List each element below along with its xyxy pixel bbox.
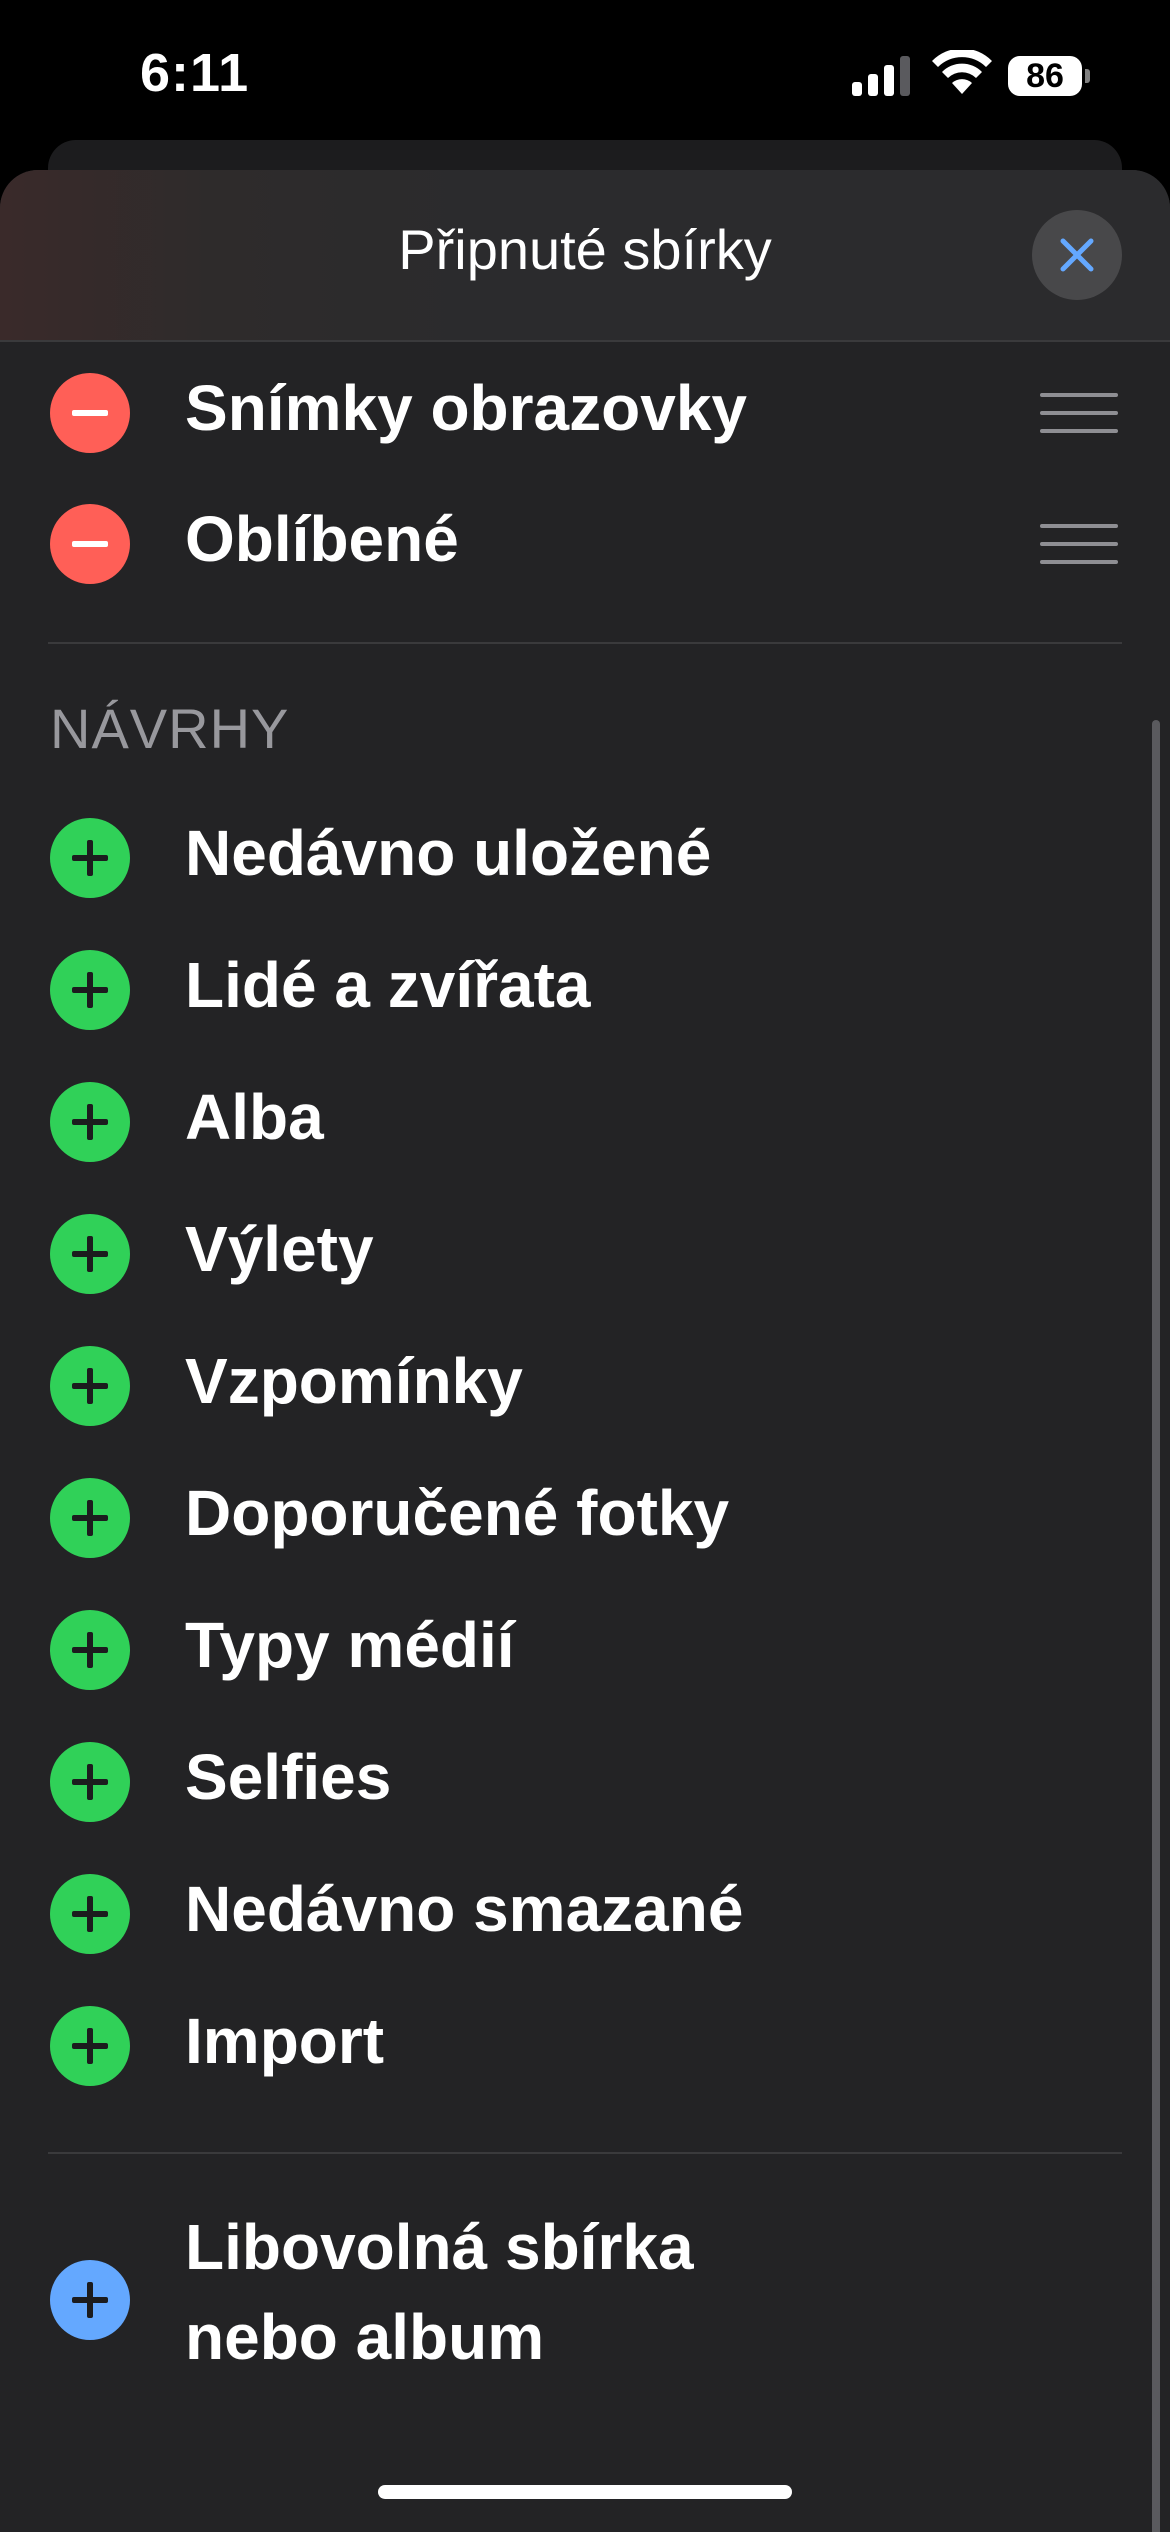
add-button[interactable] (50, 1082, 130, 1162)
suggestion-label: Nedávno smazané (185, 1873, 744, 1945)
wifi-icon (932, 50, 992, 94)
plus-icon (72, 2028, 108, 2064)
suggestion-label: Doporučené fotky (185, 1477, 730, 1549)
add-button[interactable] (50, 950, 130, 1030)
suggestion-label: Výlety (185, 1213, 374, 1285)
add-custom-button[interactable] (50, 2260, 130, 2340)
status-time: 6:11 (140, 43, 250, 103)
add-button[interactable] (50, 1610, 130, 1690)
suggestion-label: Vzpomínky (185, 1345, 523, 1417)
custom-label-line1: Libovolná sbírka (185, 2211, 694, 2283)
pinned-collections-sheet: Připnuté sbírky Snímky obrazovky Oblíben… (0, 170, 1170, 2532)
pinned-row-screenshots: Snímky obrazovky (0, 353, 1170, 473)
add-button[interactable] (50, 1214, 130, 1294)
reorder-handle-icon[interactable] (1040, 524, 1118, 564)
plus-icon (72, 1500, 108, 1536)
plus-icon (72, 972, 108, 1008)
pinned-label: Snímky obrazovky (185, 372, 747, 444)
section-divider (48, 642, 1122, 644)
suggestions-header: NÁVRHY (50, 697, 290, 760)
plus-icon (72, 1632, 108, 1668)
remove-button[interactable] (50, 504, 130, 584)
suggestion-label: Import (185, 2005, 385, 2077)
scrollbar[interactable] (1152, 720, 1160, 2532)
custom-collection-row: Libovolná sbírka nebo album (0, 2200, 1170, 2400)
add-button[interactable] (50, 2006, 130, 2086)
plus-icon (72, 1104, 108, 1140)
add-button[interactable] (50, 1346, 130, 1426)
remove-button[interactable] (50, 373, 130, 453)
plus-icon (72, 1236, 108, 1272)
battery-level: 86 (1026, 57, 1064, 95)
suggestion-label: Nedávno uložené (185, 817, 712, 889)
suggestion-row: Výlety (0, 1194, 1170, 1314)
suggestion-row: Selfies (0, 1722, 1170, 1842)
sheet-title: Připnuté sbírky (398, 218, 772, 281)
close-icon (1060, 238, 1094, 272)
home-indicator[interactable] (378, 2485, 792, 2499)
add-button[interactable] (50, 1478, 130, 1558)
cellular-signal-icon (852, 56, 910, 96)
reorder-handle-icon[interactable] (1040, 393, 1118, 433)
status-bar: 6:11 86 (0, 0, 1170, 150)
plus-icon (72, 840, 108, 876)
sheet-header: Připnuté sbírky (0, 170, 1170, 342)
add-button[interactable] (50, 1874, 130, 1954)
suggestion-label: Alba (185, 1081, 324, 1153)
suggestion-row: Vzpomínky (0, 1326, 1170, 1446)
battery-icon: 86 (1008, 56, 1090, 96)
pinned-label: Oblíbené (185, 503, 459, 575)
suggestion-label: Lidé a zvířata (185, 949, 591, 1021)
suggestion-row: Typy médií (0, 1590, 1170, 1710)
suggestion-row: Nedávno smazané (0, 1854, 1170, 1974)
suggestion-label: Selfies (185, 1741, 392, 1813)
suggestion-row: Import (0, 1986, 1170, 2106)
minus-icon (72, 410, 108, 416)
close-button[interactable] (1032, 210, 1122, 300)
suggestion-row: Lidé a zvířata (0, 930, 1170, 1050)
plus-icon (72, 1764, 108, 1800)
pinned-row-favorites: Oblíbené (0, 484, 1170, 604)
suggestion-row: Alba (0, 1062, 1170, 1182)
add-button[interactable] (50, 818, 130, 898)
minus-icon (72, 541, 108, 547)
suggestion-row: Doporučené fotky (0, 1458, 1170, 1578)
plus-icon (72, 2282, 108, 2318)
custom-label-line2: nebo album (185, 2301, 545, 2373)
suggestion-label: Typy médií (185, 1609, 515, 1681)
plus-icon (72, 1896, 108, 1932)
add-button[interactable] (50, 1742, 130, 1822)
plus-icon (72, 1368, 108, 1404)
suggestion-row: Nedávno uložené (0, 798, 1170, 918)
section-divider (48, 2152, 1122, 2154)
